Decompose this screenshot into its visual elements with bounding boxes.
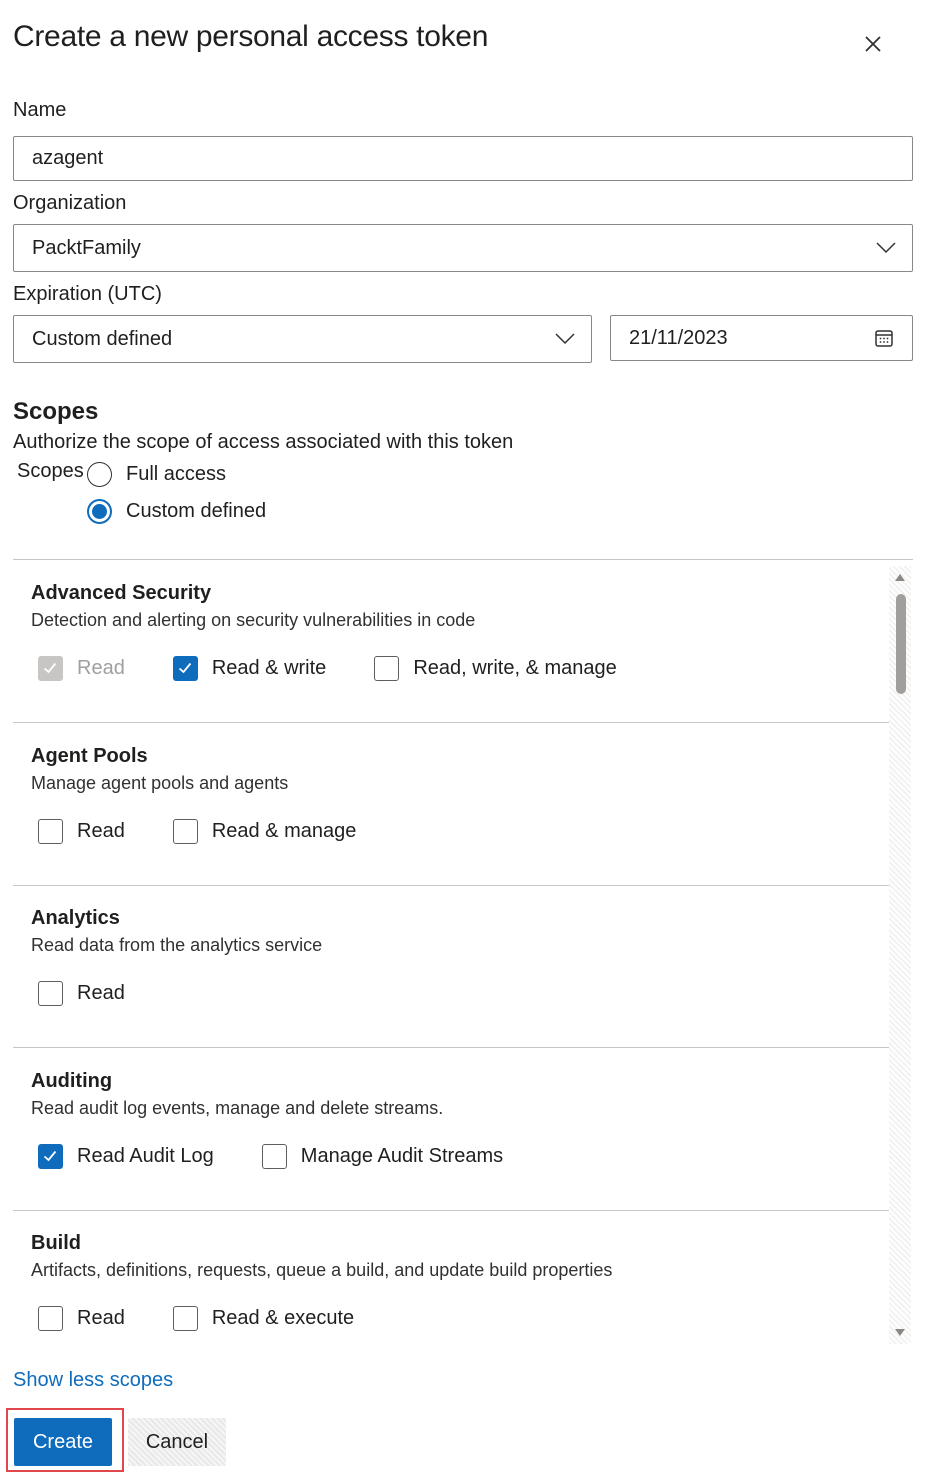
checkbox[interactable] bbox=[172, 1306, 198, 1331]
name-input[interactable]: azagent bbox=[13, 136, 913, 181]
scope-group: Build Artifacts, definitions, requests, q… bbox=[13, 1210, 890, 1349]
scope-group-description: Read data from the analytics service bbox=[31, 935, 323, 955]
checkmark-icon bbox=[178, 662, 192, 674]
scope-group-description: Read audit log events, manage and delete… bbox=[31, 1098, 444, 1118]
scope-option-label: Read & manage bbox=[211, 820, 357, 842]
scope-group: Agent Pools Manage agent pools and agents… bbox=[13, 723, 890, 886]
scope-options: Read Read & write Read, write, & manage bbox=[38, 656, 665, 681]
scope-option[interactable]: Read & write bbox=[172, 656, 327, 681]
calendar-icon[interactable] bbox=[874, 328, 894, 348]
radio-circle-selected[interactable] bbox=[87, 499, 112, 524]
scope-option-label: Read Audit Log bbox=[77, 1145, 214, 1167]
scope-group: Auditing Read audit log events, manage an… bbox=[13, 1048, 890, 1211]
expiration-value: Custom defined bbox=[32, 327, 173, 350]
scope-options: Read Audit Log Manage Audit Streams bbox=[38, 1144, 551, 1169]
organization-label: Organization bbox=[13, 192, 127, 214]
scope-option-label: Read, write, & manage bbox=[413, 657, 617, 679]
scope-option[interactable]: Read Audit Log bbox=[38, 1144, 214, 1169]
expiration-dropdown[interactable]: Custom defined bbox=[13, 315, 592, 363]
scope-option[interactable]: Read, write, & manage bbox=[374, 656, 617, 681]
checkbox[interactable] bbox=[261, 1144, 287, 1169]
expiration-date-picker[interactable]: 21/11/2023 bbox=[610, 315, 913, 361]
scope-options: Read Read & execute bbox=[38, 1306, 402, 1331]
scopes-heading: Scopes bbox=[13, 398, 99, 425]
full-access-label: Full access bbox=[126, 463, 227, 485]
checkmark-icon bbox=[43, 662, 57, 674]
name-label: Name bbox=[13, 99, 67, 121]
scopes-description: Authorize the scope of access associated… bbox=[13, 431, 514, 453]
scope-option[interactable]: Read bbox=[38, 981, 125, 1006]
name-input-value: azagent bbox=[32, 147, 104, 169]
expiration-date-value: 21/11/2023 bbox=[629, 326, 728, 349]
radio-circle[interactable] bbox=[87, 462, 112, 487]
scope-option[interactable]: Manage Audit Streams bbox=[261, 1144, 504, 1169]
expiration-label: Expiration (UTC) bbox=[13, 283, 162, 305]
scope-option-label: Manage Audit Streams bbox=[300, 1145, 504, 1167]
scope-option[interactable]: Read bbox=[38, 819, 125, 844]
scroll-thumb[interactable] bbox=[896, 594, 906, 694]
scope-group-description: Artifacts, definitions, requests, queue … bbox=[31, 1260, 613, 1280]
checkbox[interactable] bbox=[374, 656, 400, 681]
checkbox[interactable] bbox=[172, 819, 198, 844]
close-icon[interactable] bbox=[860, 31, 886, 57]
organization-dropdown[interactable]: PacktFamily bbox=[13, 224, 913, 272]
scope-group-name: Analytics bbox=[31, 907, 120, 929]
checkbox-checked bbox=[38, 656, 63, 681]
show-less-scopes-link[interactable]: Show less scopes bbox=[13, 1369, 173, 1392]
scope-group-name: Agent Pools bbox=[31, 745, 148, 767]
scopes-radio-label: Scopes bbox=[17, 460, 84, 482]
scroll-down-icon[interactable] bbox=[894, 1328, 906, 1338]
checkbox-checked[interactable] bbox=[38, 1144, 63, 1169]
custom-defined-radio[interactable]: Custom defined bbox=[87, 499, 266, 524]
organization-value: PacktFamily bbox=[32, 236, 141, 259]
scope-group-name: Advanced Security bbox=[31, 582, 212, 604]
scope-options: Read bbox=[38, 981, 173, 1006]
scope-group: Analytics Read data from the analytics se… bbox=[13, 885, 890, 1048]
scope-group-description: Detection and alerting on security vulne… bbox=[31, 610, 476, 630]
scope-group-name: Build bbox=[31, 1232, 81, 1254]
scope-group-description: Manage agent pools and agents bbox=[31, 773, 289, 793]
scope-option-label: Read & execute bbox=[211, 1307, 355, 1329]
scroll-up-icon[interactable] bbox=[894, 572, 906, 582]
chevron-down-icon bbox=[876, 242, 896, 254]
scopes-scrollbar[interactable] bbox=[889, 566, 911, 1344]
checkmark-icon bbox=[43, 1150, 57, 1162]
scope-option-label: Read bbox=[77, 1307, 125, 1329]
scope-group-name: Auditing bbox=[31, 1070, 113, 1092]
scope-option-label: Read & write bbox=[211, 657, 327, 679]
cancel-button[interactable]: Cancel bbox=[128, 1418, 226, 1466]
scope-options: Read Read & manage bbox=[38, 819, 404, 844]
scope-option-label: Read bbox=[77, 982, 125, 1004]
checkbox[interactable] bbox=[38, 981, 63, 1006]
checkbox[interactable] bbox=[38, 819, 63, 844]
checkbox[interactable] bbox=[38, 1306, 63, 1331]
scope-option: Read bbox=[38, 656, 125, 681]
chevron-down-icon bbox=[555, 333, 575, 345]
checkbox-checked[interactable] bbox=[172, 656, 198, 681]
scope-option[interactable]: Read & manage bbox=[172, 819, 357, 844]
create-button[interactable]: Create bbox=[14, 1418, 112, 1466]
scope-option-label: Read bbox=[77, 820, 125, 842]
scope-group: Advanced Security Detection and alerting … bbox=[13, 560, 890, 723]
scope-option-label: Read bbox=[77, 657, 125, 679]
scope-option[interactable]: Read bbox=[38, 1306, 125, 1331]
full-access-radio[interactable]: Full access bbox=[87, 462, 226, 487]
scopes-list: Advanced Security Detection and alerting … bbox=[13, 559, 913, 1349]
dialog-title: Create a new personal access token bbox=[13, 20, 489, 53]
custom-defined-label: Custom defined bbox=[126, 500, 267, 522]
scope-option[interactable]: Read & execute bbox=[172, 1306, 355, 1331]
